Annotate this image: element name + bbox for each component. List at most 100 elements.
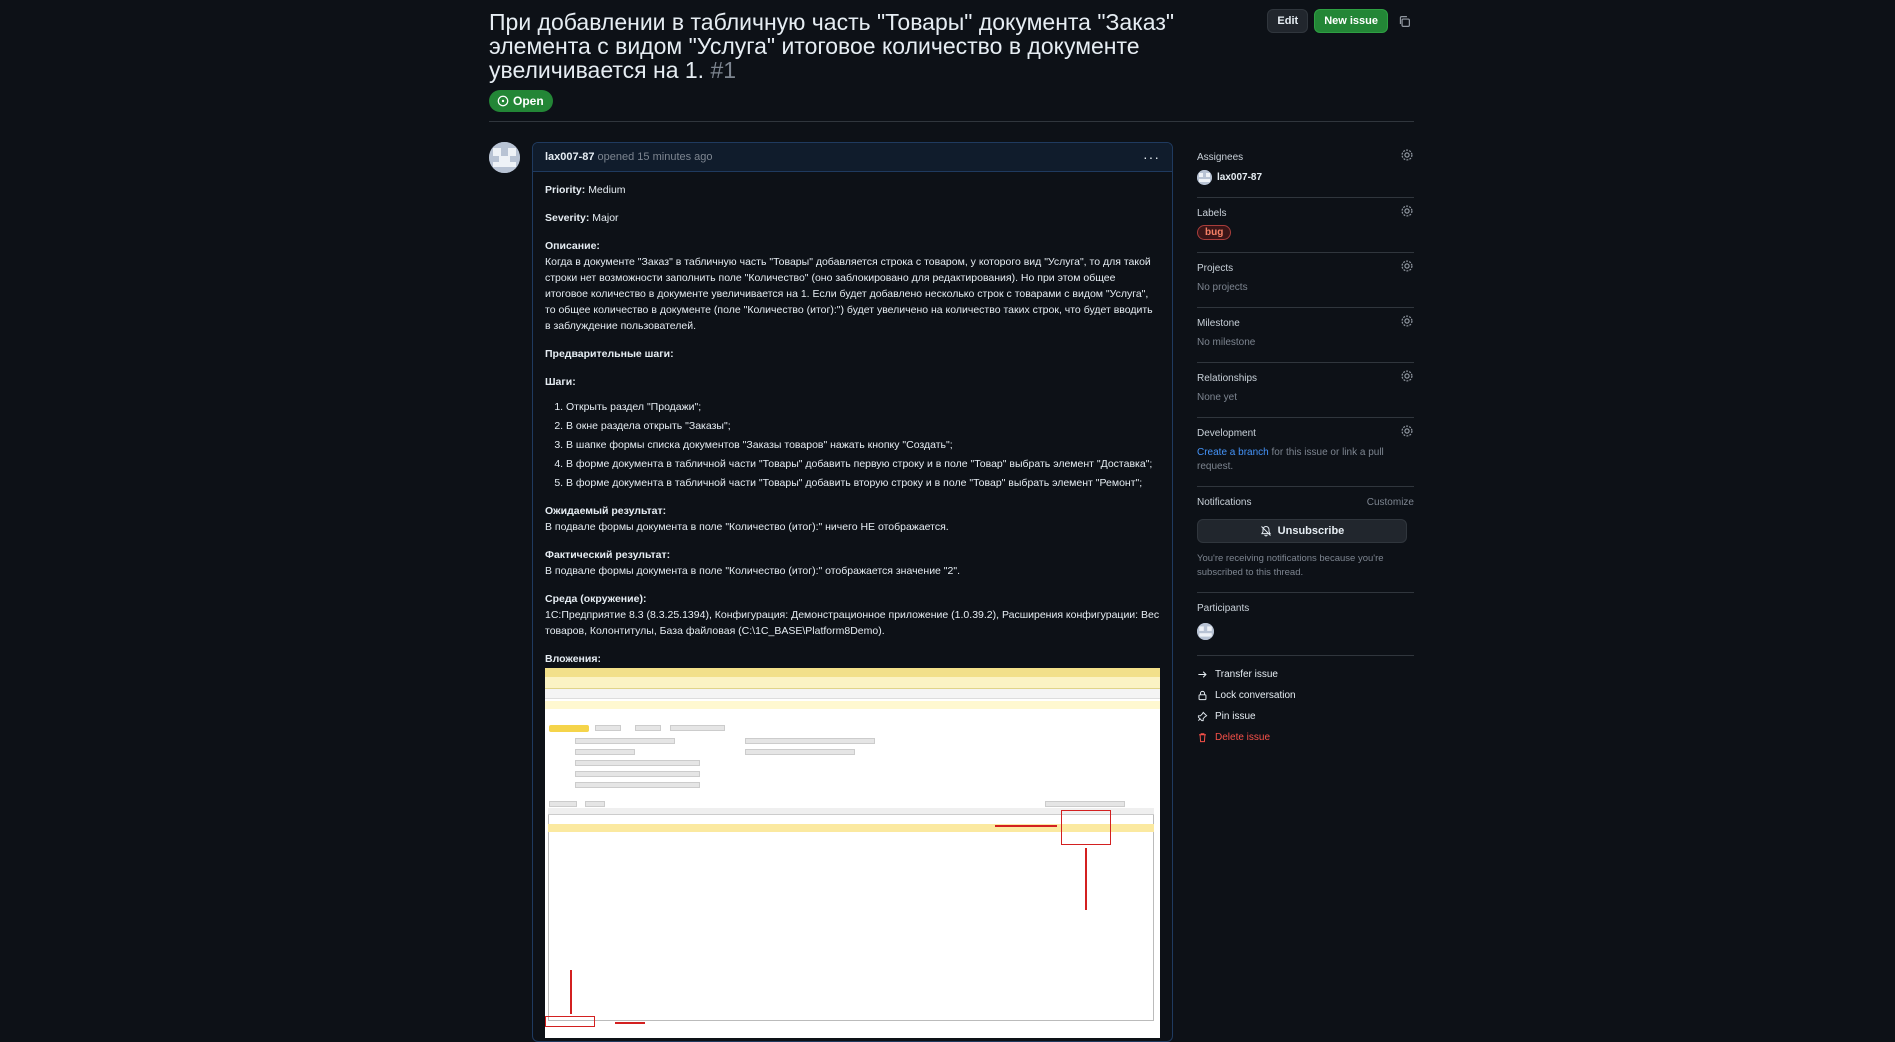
header-actions: Edit New issue [1267, 9, 1414, 33]
copy-link-icon[interactable] [1394, 9, 1414, 33]
notifications-title: Notifications [1197, 496, 1252, 508]
issue-title-text: При добавлении в табличную часть "Товары… [489, 9, 1175, 83]
priority-label: Priority: [545, 184, 586, 196]
notifications-text: You're receiving notifications because y… [1197, 553, 1384, 578]
step-item: В окне раздела открыть "Заказы"; [566, 418, 1160, 434]
description-section: Описание: Когда в документе "Заказ" в таб… [545, 238, 1160, 334]
development-title: Development [1197, 427, 1256, 439]
projects-section: Projects No projects [1197, 253, 1414, 308]
gear-icon[interactable] [1400, 424, 1414, 438]
env-text: 1С:Предприятие 8.3 (8.3.25.1394), Конфиг… [545, 609, 1160, 637]
relationships-value: None yet [1197, 392, 1238, 403]
expected-section: Ожидаемый результат: В подвале формы доку… [545, 503, 1160, 535]
issue-number: #1 [710, 57, 737, 83]
gear-icon[interactable] [1400, 204, 1414, 218]
description-text: Когда в документе "Заказ" в табличную ча… [545, 256, 1153, 332]
issue-actions: Transfer issue Lock conversation Pin iss… [1197, 656, 1414, 748]
priority-line: Priority: Medium [545, 182, 1160, 198]
milestone-value: No milestone [1197, 337, 1256, 348]
comment-meta: opened 15 minutes ago [597, 151, 713, 163]
prereq-section: Предварительные шаги: [545, 346, 1160, 362]
gear-icon[interactable] [1400, 148, 1414, 162]
lock-conversation-label: Lock conversation [1215, 690, 1296, 701]
relationships-section: Relationships None yet [1197, 363, 1414, 418]
transfer-issue-action[interactable]: Transfer issue [1197, 664, 1414, 685]
participants-title: Participants [1197, 602, 1250, 614]
issue-state-label: Open [513, 94, 544, 108]
milestone-section: Milestone No milestone [1197, 308, 1414, 363]
severity-line: Severity: Major [545, 210, 1160, 226]
comment-body: Priority: Medium Severity: Major Описани… [533, 172, 1172, 1038]
comment-author[interactable]: lax007-87 [545, 151, 595, 163]
attachments-section: Вложения: [545, 651, 1160, 1038]
customize-link[interactable]: Customize [1367, 497, 1414, 508]
gear-icon[interactable] [1400, 314, 1414, 328]
env-section: Среда (окружение): 1С:Предприятие 8.3 (8.… [545, 591, 1160, 639]
expected-title: Ожидаемый результат: [545, 505, 667, 517]
delete-issue-label: Delete issue [1215, 732, 1271, 743]
steps-section: Шаги: [545, 374, 1160, 390]
actual-title: Фактический результат: [545, 549, 671, 561]
assignee-item[interactable]: lax007-87 [1197, 170, 1414, 185]
issue-body-comment: lax007-87 opened 15 minutes ago ··· Prio… [532, 142, 1173, 1042]
severity-label: Severity: [545, 212, 590, 224]
step-item: В форме документа в табличной части "Тов… [566, 456, 1160, 472]
edit-button[interactable]: Edit [1267, 9, 1309, 33]
steps-list: Открыть раздел "Продажи"; В окне раздела… [566, 399, 1160, 491]
severity-value: Major [592, 212, 619, 224]
create-branch-link[interactable]: Create a branch [1197, 447, 1269, 458]
development-text: Create a branch for this issue or link a… [1197, 446, 1414, 474]
actual-section: Фактический результат: В подвале формы до… [545, 547, 1160, 579]
author-avatar[interactable] [489, 142, 520, 173]
unsubscribe-label: Unsubscribe [1277, 525, 1345, 537]
unsubscribe-button[interactable]: Unsubscribe [1197, 519, 1407, 543]
participants-list [1197, 623, 1414, 643]
issue-state-badge: Open [489, 90, 553, 112]
actual-text: В подвале формы документа в поле "Количе… [545, 565, 961, 577]
header-divider [489, 121, 1414, 122]
participant-avatar[interactable] [1197, 623, 1214, 640]
issue-sidebar: Assignees lax007-87 Labels bug Projects … [1197, 142, 1414, 748]
attachments-title: Вложения: [545, 653, 601, 665]
description-title: Описание: [545, 240, 600, 252]
label-bug[interactable]: bug [1197, 225, 1232, 240]
notifications-header: Notifications Customize [1197, 493, 1414, 511]
bell-slash-icon [1260, 526, 1271, 537]
delete-issue-action[interactable]: Delete issue [1197, 727, 1414, 748]
step-item: Открыть раздел "Продажи"; [566, 399, 1160, 415]
issue-page: При добавлении в табличную часть "Товары… [489, 0, 1414, 1042]
lock-conversation-action[interactable]: Lock conversation [1197, 685, 1414, 706]
arrow-right-icon [1198, 671, 1207, 678]
projects-value: No projects [1197, 282, 1248, 293]
gear-icon[interactable] [1400, 369, 1414, 383]
pin-issue-label: Pin issue [1215, 711, 1256, 722]
pin-issue-action[interactable]: Pin issue [1197, 706, 1414, 727]
assignees-section: Assignees lax007-87 [1197, 142, 1414, 198]
lock-icon [1198, 690, 1207, 701]
attachment-screenshot[interactable] [545, 668, 1160, 1038]
prereq-title: Предварительные шаги: [545, 348, 674, 360]
gear-icon[interactable] [1400, 259, 1414, 273]
comment-header: lax007-87 opened 15 minutes ago ··· [533, 143, 1172, 172]
milestone-title: Milestone [1197, 317, 1240, 329]
assignee-avatar [1197, 170, 1212, 185]
priority-value: Medium [588, 184, 626, 196]
steps-title: Шаги: [545, 376, 576, 388]
projects-title: Projects [1197, 262, 1234, 274]
issue-title: При добавлении в табличную часть "Товары… [489, 10, 1229, 82]
step-item: В форме документа в табличной части "Тов… [566, 475, 1160, 491]
issue-open-icon [497, 95, 509, 107]
relationships-title: Relationships [1197, 372, 1258, 384]
development-section: Development Create a branch for this iss… [1197, 418, 1414, 487]
step-item: В шапке формы списка документов "Заказы … [566, 437, 1160, 453]
expected-text: В подвале формы документа в поле "Количе… [545, 521, 949, 533]
assignee-name: lax007-87 [1217, 172, 1263, 183]
trash-icon [1199, 733, 1206, 743]
new-issue-button[interactable]: New issue [1314, 9, 1388, 33]
assignees-title: Assignees [1197, 151, 1244, 163]
comment-menu-icon[interactable]: ··· [1143, 149, 1160, 165]
pin-icon [1197, 711, 1208, 722]
participants-section: Participants [1197, 593, 1414, 656]
env-title: Среда (окружение): [545, 593, 647, 605]
notifications-section: Notifications Customize Unsubscribe You'… [1197, 487, 1414, 593]
